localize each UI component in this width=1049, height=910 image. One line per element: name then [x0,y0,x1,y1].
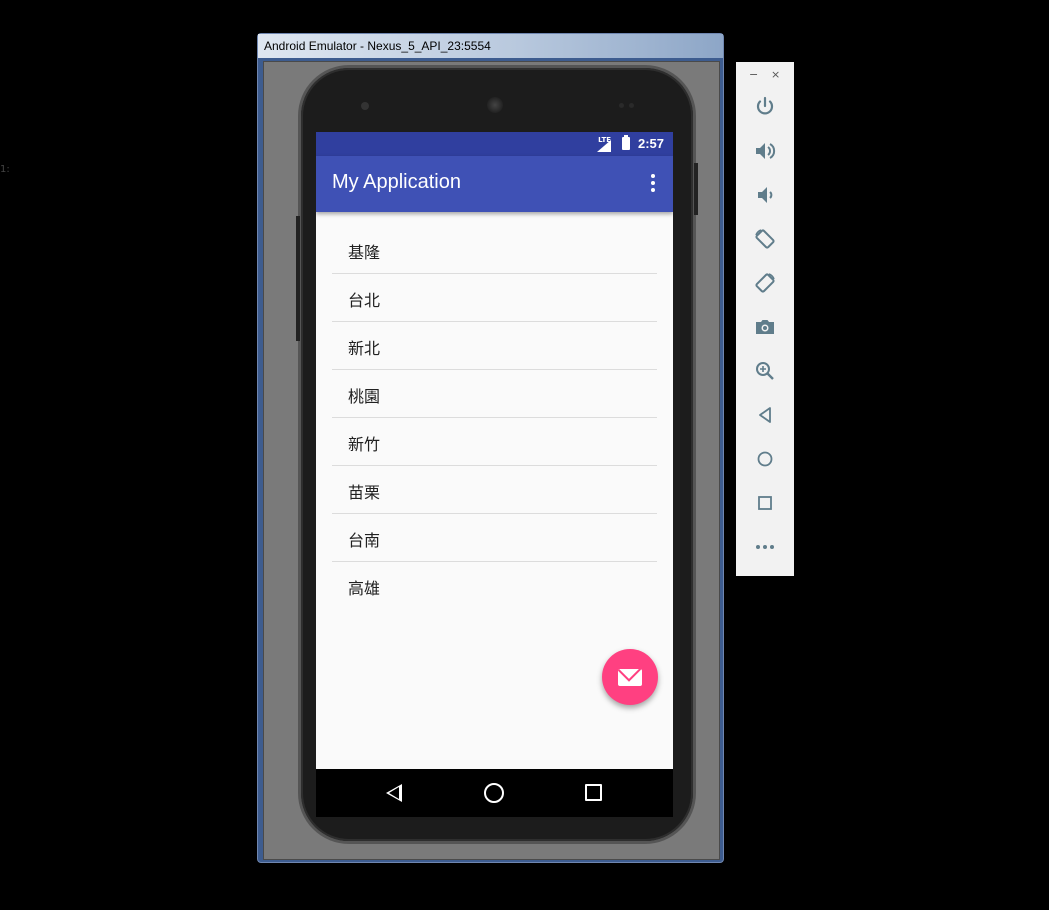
emulator-window: Android Emulator - Nexus_5_API_23:5554 L… [257,33,724,863]
close-button[interactable]: × [771,68,780,81]
status-bar: LTE 2:57 [316,132,673,156]
list-item-label: 台南 [348,531,381,550]
app-title: My Application [332,171,461,193]
zoom-button[interactable] [753,359,777,383]
list-item-label: 高雄 [348,579,381,598]
phone-frame: LTE 2:57 My Application 基隆 台北 新北 桃園 新竹 苗… [296,68,698,841]
window-title[interactable]: Android Emulator - Nexus_5_API_23:5554 [258,34,723,58]
list-item-label: 桃園 [348,387,381,406]
emulator-control-panel: − × [736,62,794,576]
screenshot-button[interactable] [753,315,777,339]
list-item-label: 基隆 [348,243,381,262]
rotate-right-button[interactable] [753,271,777,295]
device-screen: LTE 2:57 My Application 基隆 台北 新北 桃園 新竹 苗… [316,132,673,769]
home-icon [757,451,773,467]
power-button[interactable] [753,95,777,119]
list-item[interactable]: 苗栗 [332,466,657,514]
signal-icon [597,140,611,152]
list-item-label: 新北 [348,339,381,358]
status-time: 2:57 [637,136,664,151]
battery-icon [622,135,630,150]
power-icon [756,96,774,115]
app-bar: My Application [316,156,673,212]
home-icon[interactable] [484,783,504,803]
sensor-icon [629,103,634,108]
list-item[interactable]: 新竹 [332,418,657,466]
overview-icon [758,496,772,510]
list-item-label: 新竹 [348,435,381,454]
rotate-right-icon [755,273,775,293]
front-camera-icon [361,102,369,110]
list-item[interactable]: 基隆 [332,226,657,274]
overview-button[interactable] [753,491,777,515]
home-button[interactable] [753,447,777,471]
side-button-right [694,163,698,215]
rotate-left-button[interactable] [753,227,777,251]
fab-mail-button[interactable] [602,649,658,705]
side-button-left [296,216,300,341]
list-item[interactable]: 台南 [332,514,657,562]
back-icon[interactable] [386,784,402,802]
panel-window-buttons: − × [736,68,794,82]
overflow-menu-icon[interactable] [649,174,657,194]
more-icon [756,545,774,549]
sensor-icon [619,103,624,108]
volume-up-icon [756,143,776,159]
volume-down-button[interactable] [753,183,777,207]
back-icon [759,407,771,423]
rotate-left-icon [755,229,775,249]
left-edge-mark: 1: [0,164,10,175]
list-item[interactable]: 台北 [332,274,657,322]
more-button[interactable] [753,535,777,559]
emulator-client-area: LTE 2:57 My Application 基隆 台北 新北 桃園 新竹 苗… [263,61,720,860]
back-button[interactable] [753,403,777,427]
camera-icon [756,320,774,334]
list-item-label: 苗栗 [348,483,381,502]
list-item[interactable]: 新北 [332,322,657,370]
list-item[interactable]: 桃園 [332,370,657,418]
list-item[interactable]: 高雄 [332,562,657,610]
city-list: 基隆 台北 新北 桃園 新竹 苗栗 台南 高雄 [332,226,657,610]
volume-down-icon [758,187,773,203]
volume-up-button[interactable] [753,139,777,163]
recent-apps-icon[interactable] [585,784,602,801]
earpiece-speaker-icon [487,97,503,113]
mail-icon [618,669,642,686]
list-item-label: 台北 [348,291,381,310]
zoom-icon [756,362,774,380]
minimize-button[interactable]: − [749,68,758,81]
navigation-bar [316,769,673,817]
